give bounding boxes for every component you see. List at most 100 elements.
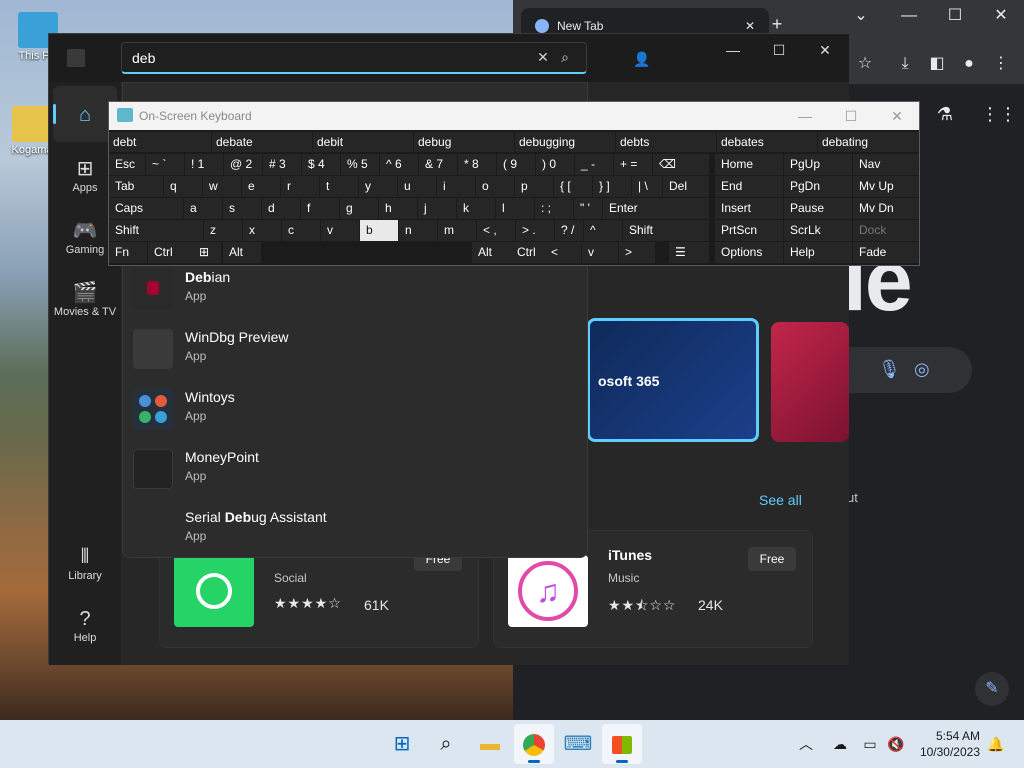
osk-key[interactable]: m <box>438 220 476 241</box>
see-all-link[interactable]: See all <box>759 492 802 508</box>
osk-key[interactable]: @ 2 <box>224 154 262 175</box>
osk-key[interactable]: Shift <box>109 220 203 241</box>
minimize-icon[interactable]: — <box>889 4 929 28</box>
maximize-icon[interactable]: ☐ <box>935 4 975 28</box>
suggestion-item[interactable]: Wintoys App <box>123 379 587 439</box>
osk-key[interactable]: : ; <box>535 198 573 219</box>
suggestion-item[interactable]: WinDbg Preview App <box>123 319 587 379</box>
osk-key[interactable]: Help <box>784 242 852 263</box>
osk-key[interactable]: z <box>204 220 242 241</box>
osk-key[interactable]: ☰ <box>669 242 709 263</box>
profile-icon[interactable]: ● <box>957 52 981 76</box>
osk-key[interactable]: % 5 <box>341 154 379 175</box>
apps-grid-icon[interactable]: ⋮⋮ <box>981 102 1017 126</box>
osk-key[interactable]: > . <box>516 220 554 241</box>
lens-icon[interactable]: ◎ <box>914 359 930 380</box>
tab-search-icon[interactable]: ⌄ <box>841 4 881 28</box>
osk-key[interactable]: PrtScn <box>715 220 783 241</box>
osk-key[interactable]: ⊞ <box>193 242 221 263</box>
chrome-taskbar-icon[interactable] <box>514 724 554 764</box>
account-icon[interactable]: 👤 <box>629 46 655 72</box>
osk-key[interactable]: Alt <box>223 242 261 263</box>
display-icon[interactable]: ▭ <box>860 734 880 754</box>
osk-key[interactable]: w <box>203 176 241 197</box>
minimize-icon[interactable]: — <box>711 38 755 62</box>
osk-key[interactable]: n <box>399 220 437 241</box>
osk-key[interactable]: d <box>262 198 300 219</box>
osk-key[interactable]: Enter <box>603 198 709 219</box>
osk-key[interactable]: f <box>301 198 339 219</box>
close-tab-icon[interactable]: ✕ <box>745 19 755 33</box>
customize-chrome-pencil-icon[interactable]: ✎ <box>975 672 1009 706</box>
suggestion-item[interactable]: MoneyPoint App <box>123 439 587 499</box>
osk-key[interactable]: | \ <box>632 176 662 197</box>
osk-key[interactable]: r <box>281 176 319 197</box>
osk-key[interactable]: Mv Up <box>853 176 919 197</box>
hero-card-next[interactable] <box>771 322 849 442</box>
store-taskbar-icon[interactable] <box>602 724 642 764</box>
osk-key[interactable]: > <box>619 242 655 263</box>
osk-key[interactable]: Options <box>715 242 783 263</box>
osk-key[interactable]: p <box>515 176 553 197</box>
osk-key[interactable]: Shift <box>623 220 709 241</box>
osk-key[interactable]: ( 9 <box>497 154 535 175</box>
search-icon[interactable]: ⌕ <box>426 724 466 764</box>
osk-key[interactable]: Pause <box>784 198 852 219</box>
hero-card-office[interactable]: osoft 365 <box>587 318 759 442</box>
osk-key[interactable]: End <box>715 176 783 197</box>
osk-key[interactable]: } ] <box>593 176 631 197</box>
voice-search-icon[interactable]: 🎙 <box>878 359 901 380</box>
volume-muted-icon[interactable]: 🔇 <box>886 734 906 754</box>
side-panel-icon[interactable]: ◧ <box>925 52 949 76</box>
suggestion-item[interactable]: Debian App <box>123 259 587 319</box>
osk-key[interactable]: ^ 6 <box>380 154 418 175</box>
osk-key[interactable]: ⌫ <box>653 154 709 175</box>
osk-key[interactable]: { [ <box>554 176 592 197</box>
file-explorer-icon[interactable]: ▬ <box>470 724 510 764</box>
clear-search-icon[interactable]: ✕ <box>532 49 554 66</box>
osk-key[interactable]: x <box>243 220 281 241</box>
osk-key[interactable]: Home <box>715 154 783 175</box>
labs-flask-icon[interactable]: ⚗ <box>933 102 957 126</box>
prediction-item[interactable]: debates <box>717 132 817 152</box>
osk-key[interactable]: ScrLk <box>784 220 852 241</box>
osk-key[interactable]: Esc <box>109 154 145 175</box>
osk-key[interactable]: PgDn <box>784 176 852 197</box>
store-search-box[interactable]: ✕ ⌕ <box>121 42 587 74</box>
weather-cloud-icon[interactable]: ☁ <box>830 734 850 754</box>
prediction-item[interactable]: debts <box>616 132 716 152</box>
osk-key[interactable]: ! 1 <box>185 154 223 175</box>
chrome-menu-icon[interactable]: ⋮ <box>989 52 1013 76</box>
osk-key[interactable]: a <box>184 198 222 219</box>
osk-key[interactable]: i <box>437 176 475 197</box>
osk-key[interactable]: Tab <box>109 176 163 197</box>
nav-help[interactable]: ? Help <box>53 602 117 658</box>
osk-key[interactable]: " ' <box>574 198 602 219</box>
osk-key[interactable]: Mv Dn <box>853 198 919 219</box>
maximize-icon[interactable]: ☐ <box>757 38 801 62</box>
start-windows-icon[interactable]: ⊞ <box>382 724 422 764</box>
osk-key[interactable]: v <box>582 242 618 263</box>
osk-key[interactable]: e <box>242 176 280 197</box>
osk-key[interactable]: q <box>164 176 202 197</box>
prediction-item[interactable]: debating <box>818 132 919 152</box>
osk-key[interactable]: u <box>398 176 436 197</box>
osk-key[interactable]: ) 0 <box>536 154 574 175</box>
google-search-box[interactable]: 🎙 ◎ <box>848 347 972 393</box>
osk-key[interactable]: ^ <box>584 220 622 241</box>
osk-key[interactable]: t <box>320 176 358 197</box>
osk-key[interactable]: b <box>360 220 398 241</box>
download-icon[interactable]: ⤓ <box>893 52 917 76</box>
osk-key[interactable]: < <box>545 242 581 263</box>
osk-key[interactable]: PgUp <box>784 154 852 175</box>
osk-key[interactable]: & 7 <box>419 154 457 175</box>
osk-key[interactable]: Dock <box>853 220 919 241</box>
osk-key[interactable]: g <box>340 198 378 219</box>
search-icon[interactable]: ⌕ <box>554 49 576 66</box>
osk-key[interactable]: < , <box>477 220 515 241</box>
bookmark-star-icon[interactable]: ☆ <box>853 52 877 76</box>
close-icon[interactable]: ✕ <box>877 104 917 128</box>
osk-key[interactable]: y <box>359 176 397 197</box>
osk-key[interactable]: o <box>476 176 514 197</box>
osk-key[interactable]: Fn <box>109 242 147 263</box>
